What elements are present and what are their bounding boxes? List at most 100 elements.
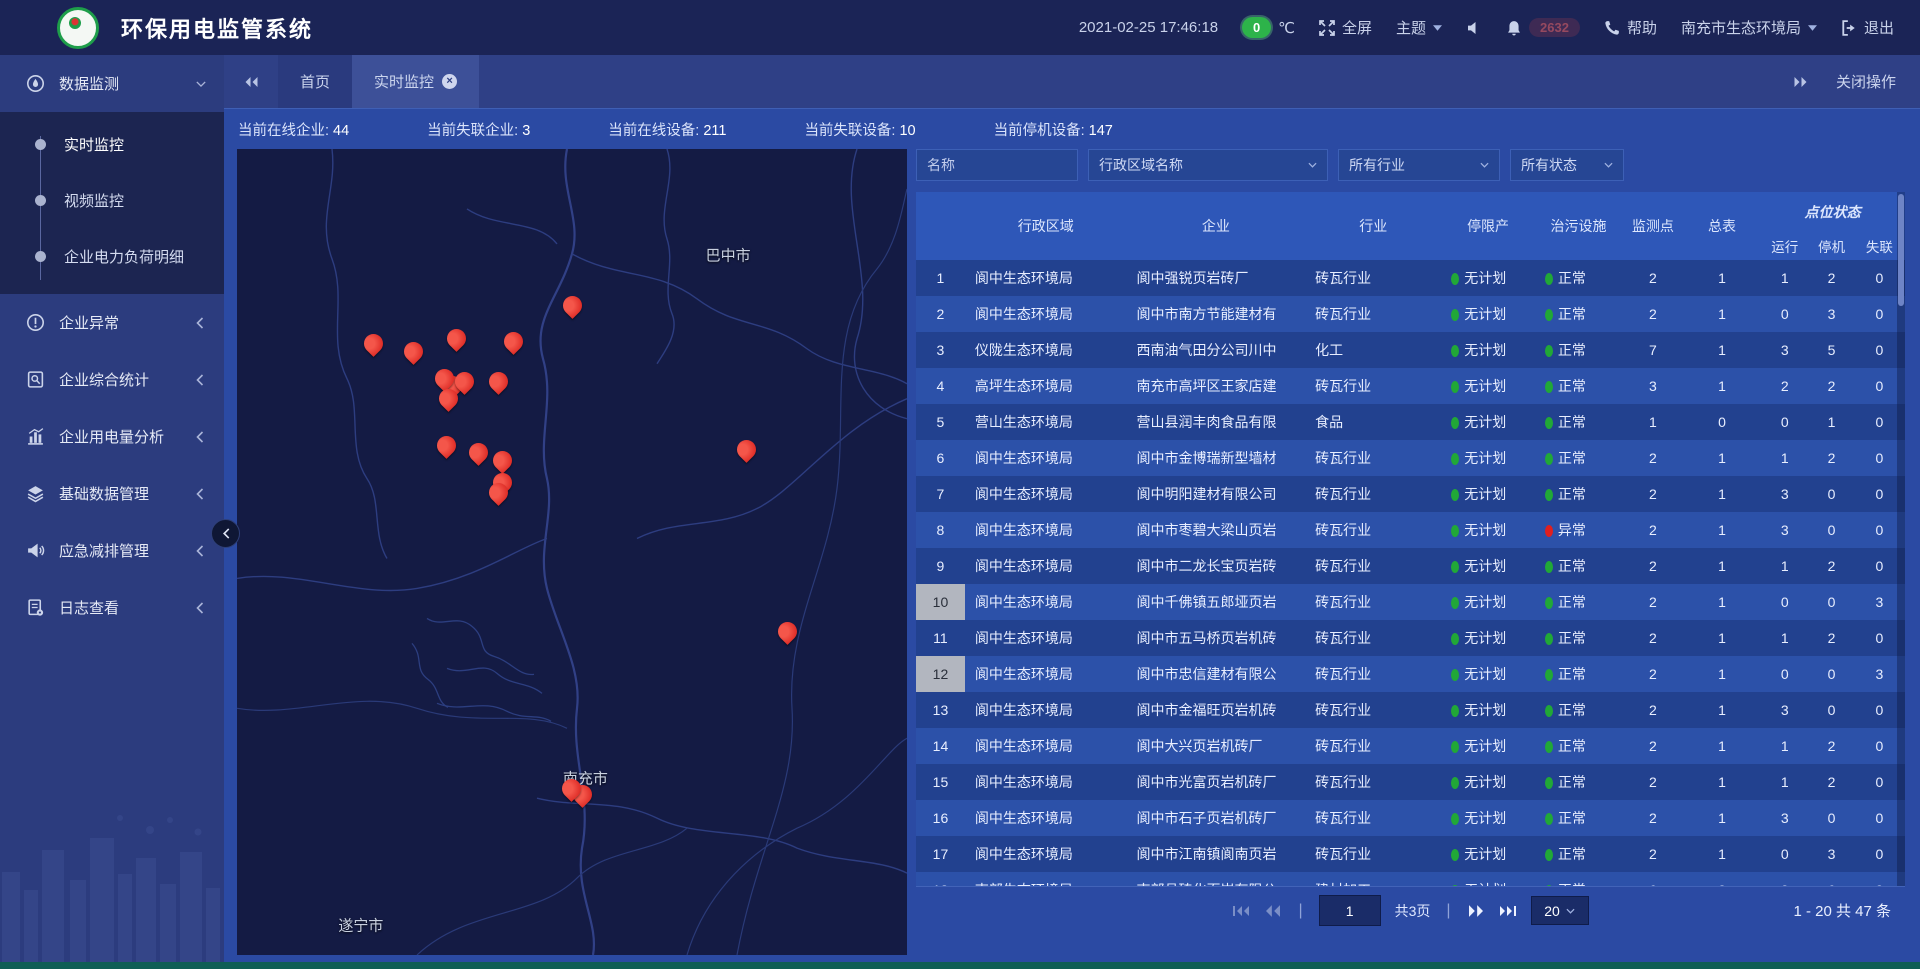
status-dot-icon — [1545, 777, 1553, 789]
bullet-dot-icon — [35, 195, 46, 206]
help-button[interactable]: 帮助 — [1604, 17, 1657, 38]
top-bar: 环保用电监管系统 2021-02-25 17:46:18 0 ℃ 全屏 主题 2… — [0, 0, 1920, 55]
status-dot-icon — [1451, 849, 1459, 861]
table-row[interactable]: 1阆中生态环境局阆中强锐页岩砖厂砖瓦行业无计划正常21120 — [916, 260, 1905, 296]
status-dot-icon — [1451, 309, 1459, 321]
table-row[interactable]: 3仪陇生态环境局西南油气田分公司川中化工无计划正常71350 — [916, 332, 1905, 368]
table-row[interactable]: 16阆中生态环境局阆中市石子页岩机砖厂砖瓦行业无计划正常21300 — [916, 800, 1905, 836]
status-stat: 当前停机设备:147 — [994, 119, 1113, 140]
page-size-select[interactable]: 20 — [1531, 896, 1589, 925]
status-dot-icon — [1545, 309, 1553, 321]
sidebar-subitem-视频监控[interactable]: 视频监控 — [0, 172, 224, 228]
table-row[interactable]: 13阆中生态环境局阆中市金福旺页岩机砖砖瓦行业无计划正常21300 — [916, 692, 1905, 728]
status-dot-icon — [1451, 489, 1459, 501]
sidebar-subitem-实时监控[interactable]: 实时监控 — [0, 116, 224, 172]
enterprise-list-panel: 行政区域名称 所有行业 所有状态 — [916, 149, 1905, 955]
logout-button[interactable]: 退出 — [1841, 17, 1894, 38]
content-area: 当前在线企业:44当前失联企业:3当前在线设备:211当前失联设备:10当前停机… — [224, 109, 1920, 969]
scrollbar-thumb[interactable] — [1898, 194, 1904, 306]
org-menu[interactable]: 南充市生态环境局 — [1681, 17, 1817, 38]
log-icon — [26, 598, 45, 617]
status-dot-icon — [1545, 417, 1553, 429]
status-dot-icon — [1451, 813, 1459, 825]
status-filter-select[interactable]: 所有状态 — [1510, 149, 1624, 181]
table-row[interactable]: 8阆中生态环境局阆中市枣碧大梁山页岩砖瓦行业无计划异常21300 — [916, 512, 1905, 548]
sidebar-item-基础数据管理[interactable]: 基础数据管理 — [0, 465, 224, 522]
last-page-button[interactable] — [1499, 904, 1517, 918]
table-row[interactable]: 10阆中生态环境局阆中千佛镇五郎垭页岩砖瓦行业无计划正常21003 — [916, 584, 1905, 620]
close-icon[interactable]: × — [442, 74, 457, 89]
temperature-unit: ℃ — [1278, 19, 1295, 37]
sidebar-collapse-button[interactable] — [211, 519, 240, 548]
table-row[interactable]: 6阆中生态环境局阆中市金博瑞新型墙材砖瓦行业无计划正常21120 — [916, 440, 1905, 476]
sidebar-subitem-企业电力负荷明细[interactable]: 企业电力负荷明细 — [0, 228, 224, 284]
table-row[interactable]: 18南部生态环境局南部县砖化页岩有限公建材加工无计划正常60060 — [916, 872, 1905, 886]
table-row[interactable]: 2阆中生态环境局阆中市南方节能建材有砖瓦行业无计划正常21030 — [916, 296, 1905, 332]
chevron-down-icon — [1433, 25, 1442, 31]
speaker-icon — [1466, 20, 1482, 36]
status-dot-icon — [1451, 525, 1459, 537]
table-row[interactable]: 14阆中生态环境局阆中大兴页岩机砖厂砖瓦行业无计划正常21120 — [916, 728, 1905, 764]
prev-page-button[interactable] — [1264, 904, 1282, 918]
status-dot-icon — [1545, 453, 1553, 465]
sidebar-item-日志查看[interactable]: 日志查看 — [0, 579, 224, 636]
table-row[interactable]: 15阆中生态环境局阆中市光富页岩机砖厂砖瓦行业无计划正常21120 — [916, 764, 1905, 800]
sidebar-item-企业用电量分析[interactable]: 企业用电量分析 — [0, 408, 224, 465]
column-header: 监测点 — [1622, 192, 1684, 260]
theme-menu[interactable]: 主题 — [1396, 17, 1442, 38]
table-row[interactable]: 7阆中生态环境局阆中明阳建材有限公司砖瓦行业无计划正常21300 — [916, 476, 1905, 512]
chevron-left-icon — [196, 317, 206, 329]
page-number-input[interactable] — [1319, 895, 1381, 926]
column-header: 治污设施 — [1535, 192, 1622, 260]
sound-button[interactable] — [1466, 20, 1482, 36]
sidebar-submenu: 实时监控视频监控企业电力负荷明细 — [0, 112, 224, 294]
sidebar-item-应急减排管理[interactable]: 应急减排管理 — [0, 522, 224, 579]
chevron-down-icon — [1604, 162, 1613, 168]
next-page-button[interactable] — [1467, 904, 1485, 918]
app-title: 环保用电监管系统 — [121, 12, 313, 44]
skyline-watermark — [0, 802, 224, 962]
name-filter-input-wrap — [916, 149, 1078, 181]
table-row[interactable]: 17阆中生态环境局阆中市江南镇阆南页岩砖瓦行业无计划正常21030 — [916, 836, 1905, 872]
status-summary-bar: 当前在线企业:44当前失联企业:3当前在线设备:211当前失联设备:10当前停机… — [224, 109, 1920, 149]
sidebar-item-企业综合统计[interactable]: 企业综合统计 — [0, 351, 224, 408]
table-row[interactable]: 9阆中生态环境局阆中市二龙长宝页岩砖砖瓦行业无计划正常21120 — [916, 548, 1905, 584]
status-stat: 当前在线企业:44 — [238, 119, 349, 140]
table-row[interactable]: 4高坪生态环境局南充市高坪区王家店建砖瓦行业无计划正常31220 — [916, 368, 1905, 404]
map-panel[interactable]: 巴中市南充市遂宁市 — [237, 149, 907, 955]
table-scrollbar[interactable] — [1897, 192, 1905, 886]
total-pages-label: 共3页 — [1395, 901, 1431, 921]
chevron-down-icon — [1308, 162, 1317, 168]
status-dot-icon — [1451, 273, 1459, 285]
tab-实时监控[interactable]: 实时监控× — [352, 55, 479, 108]
tab-首页[interactable]: 首页 — [278, 55, 352, 108]
status-dot-icon — [1451, 381, 1459, 393]
notifications[interactable]: 2632 — [1506, 18, 1580, 37]
fullscreen-button[interactable]: 全屏 — [1319, 17, 1372, 38]
status-stat: 当前失联设备:10 — [804, 119, 915, 140]
status-dot-icon — [1451, 597, 1459, 609]
name-filter-input[interactable] — [917, 157, 1077, 173]
sidebar-item-数据监测[interactable]: 数据监测 — [0, 55, 224, 112]
chevron-down-icon — [1566, 908, 1575, 914]
region-filter-select[interactable]: 行政区域名称 — [1088, 149, 1328, 181]
close-operations-menu[interactable]: 关闭操作 — [1836, 71, 1896, 92]
table-row[interactable]: 12阆中生态环境局阆中市忠信建材有限公砖瓦行业无计划正常21003 — [916, 656, 1905, 692]
record-range-label: 1 - 20 共 47 条 — [1793, 900, 1905, 921]
chevron-down-icon — [196, 78, 206, 90]
table-row[interactable]: 5营山生态环境局营山县润丰肉食品有限食品无计划正常10010 — [916, 404, 1905, 440]
industry-filter-select[interactable]: 所有行业 — [1338, 149, 1500, 181]
table-row[interactable]: 11阆中生态环境局阆中市五马桥页岩机砖砖瓦行业无计划正常21120 — [916, 620, 1905, 656]
first-page-button[interactable] — [1232, 904, 1250, 918]
status-dot-icon — [1545, 273, 1553, 285]
status-dot-icon — [1545, 633, 1553, 645]
status-dot-icon — [1545, 705, 1553, 717]
tabs-scroll-left-button[interactable] — [224, 55, 278, 108]
status-dot-icon — [1451, 633, 1459, 645]
sidebar-item-企业异常[interactable]: 企业异常 — [0, 294, 224, 351]
status-dot-icon — [1545, 489, 1553, 501]
tabs-scroll-right-button[interactable] — [1793, 76, 1808, 88]
app-logo — [57, 7, 99, 49]
status-dot-icon — [1451, 345, 1459, 357]
map-city-label: 巴中市 — [706, 245, 751, 266]
